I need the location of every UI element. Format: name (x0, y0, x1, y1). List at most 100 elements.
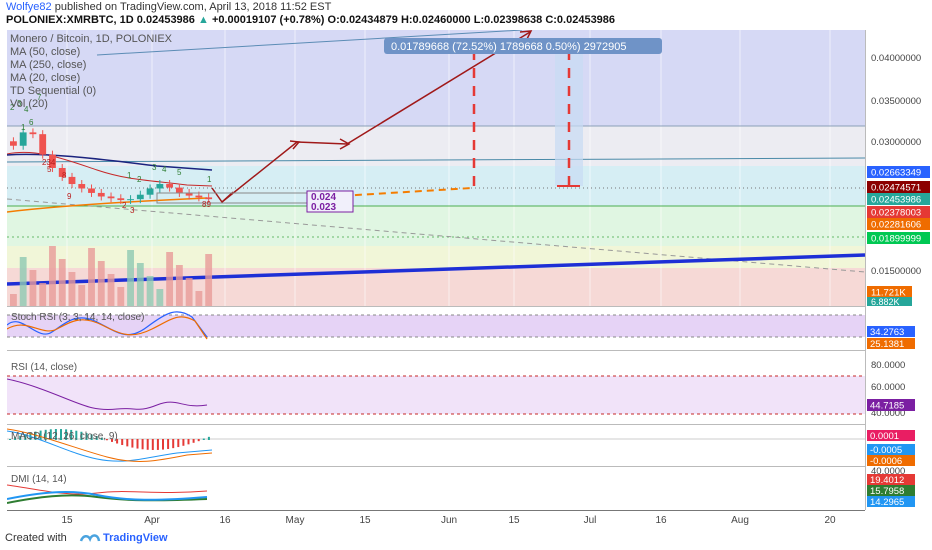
svg-text:2: 2 (137, 175, 142, 184)
macd-bar (187, 439, 190, 445)
volume-bar (175, 265, 183, 306)
close-value: C:0.02453986 (545, 14, 616, 26)
x-tick: 16 (655, 515, 667, 526)
last-price: 0.02453986 (136, 14, 195, 26)
macd-bar (202, 438, 205, 440)
macd-svg: MACD (12, 26, close, 9) (7, 428, 865, 462)
candle (19, 132, 27, 146)
macd-bar (177, 439, 180, 448)
stoch-axis: 34.2763 25.1381 (864, 306, 932, 350)
symbol-label: POLONIEX:XMRBTC, 1D (6, 14, 134, 26)
zone-cyan (7, 166, 865, 206)
legend-ma250[interactable]: MA (250, close) (10, 59, 172, 72)
macd-line-label: -0.0005 (870, 445, 902, 456)
macd-bar (197, 439, 200, 442)
label-level: 0.01899999 (871, 234, 921, 245)
volume-bar (107, 274, 115, 306)
stoch-svg: Stoch RSI (3, 3, 14, 14, close) (7, 311, 865, 340)
candle (136, 194, 144, 200)
candle (205, 197, 213, 200)
macd-bar (131, 439, 134, 448)
svg-text:3: 3 (152, 163, 157, 172)
change-arrow-icon: ▲ (197, 14, 209, 26)
candle (175, 187, 183, 193)
svg-text:8: 8 (62, 171, 67, 180)
volume-bar (195, 291, 203, 306)
volume-bar (58, 259, 66, 306)
x-tick: Jun (441, 515, 457, 526)
low-value: L:0.02398638 (473, 14, 543, 26)
macd-axis: 0.0001 -0.0005 -0.0006 (864, 424, 932, 467)
label-support: 0.02378003 (871, 208, 921, 219)
legend-ma50[interactable]: MA (50, close) (10, 46, 172, 59)
macd-bar (136, 439, 139, 449)
volume-bar (78, 285, 86, 306)
dmi-title: DMI (14, 14) (11, 474, 67, 485)
svg-text:6: 6 (29, 118, 34, 127)
time-axis-svg: 15 Apr 16 May 15 Jun 15 Jul 16 Aug 20 (61, 515, 836, 526)
volume-bar (166, 252, 174, 306)
candle (156, 184, 164, 189)
svg-text:1: 1 (127, 171, 132, 180)
high-value: H:0.02460000 (400, 14, 471, 26)
volume-bar (88, 248, 95, 306)
macd-bar (172, 439, 175, 449)
x-tick: 15 (508, 515, 520, 526)
label-last: 0.02453986 (871, 195, 921, 206)
macd-signal-label: -0.0006 (870, 456, 902, 466)
svg-text:1: 1 (21, 123, 26, 132)
x-tick: 15 (359, 515, 371, 526)
change-value: +0.00019107 (+0.78%) (211, 14, 325, 26)
price-axis-svg[interactable]: 0.04000000 0.03500000 0.03000000 0.01500… (864, 30, 932, 307)
macd-pane[interactable]: MACD (12, 26, close, 9) (7, 424, 865, 467)
candle (107, 196, 115, 199)
author-link[interactable]: Wolfye82 (6, 1, 52, 13)
dmi-pane[interactable]: DMI (14, 14) (7, 466, 865, 511)
macd-bar (182, 439, 185, 446)
open-value: O:0.02434879 (327, 14, 398, 26)
stoch-label-k: 34.2763 (870, 327, 904, 338)
candle (68, 176, 76, 185)
svg-text:2: 2 (122, 201, 127, 210)
tick-0040: 0.04000000 (871, 53, 921, 64)
dmi-svg: DMI (14, 14) (7, 474, 208, 504)
volume-bar (127, 250, 134, 306)
tick-0035: 0.03500000 (871, 96, 921, 107)
tradingview-logo-icon (79, 534, 101, 543)
x-tick: Apr (144, 515, 160, 526)
legend-vol[interactable]: Vol (20) (10, 98, 172, 111)
zone-green (7, 206, 865, 246)
legend-ma20[interactable]: MA (20, close) (10, 72, 172, 85)
volume-bar (136, 263, 144, 306)
pane-title: Monero / Bitcoin, 1D, POLONIEX (10, 33, 173, 45)
macd-bar (121, 439, 124, 446)
stoch-title: Stoch RSI (3, 3, 14, 14, close) (11, 312, 144, 323)
x-tick: 20 (824, 515, 836, 526)
volume-bar (39, 283, 47, 306)
macd-bar (192, 439, 195, 443)
price-axis[interactable]: 0.04000000 0.03500000 0.03000000 0.01500… (864, 30, 932, 307)
legend-td[interactable]: TD Sequential (0) (10, 85, 172, 98)
dmi-minus-label: 14.2965 (870, 497, 904, 508)
created-with-text: Created with (5, 532, 67, 544)
rsi-axis: 80.0000 60.0000 40.0000 44.7185 (864, 350, 932, 424)
target-label-2: 0.023 (311, 202, 336, 213)
dmi-axis: 40.0000 19.4012 15.7958 14.2965 (864, 466, 932, 510)
svg-text:5: 5 (177, 168, 182, 177)
candle (146, 188, 154, 195)
rsi-tick-80: 80.0000 (871, 360, 905, 371)
published-line: Wolfye82 published on TradingView.com, A… (6, 1, 331, 13)
macd-bar (156, 439, 159, 450)
stoch-rsi-pane[interactable]: Stoch RSI (3, 3, 14, 14, close) (7, 306, 865, 351)
main-price-pane[interactable]: 0.01789668 (72.52%) 1789668 0.50%) 29729… (7, 30, 865, 306)
time-axis[interactable]: 15 Apr 16 May 15 Jun 15 Jul 16 Aug 20 (7, 510, 865, 529)
volume-bar (117, 287, 125, 306)
candle (88, 188, 95, 193)
candle (166, 184, 174, 188)
tradingview-brand-link[interactable]: TradingView (103, 532, 168, 544)
published-text: published on TradingView.com, April 13, … (54, 1, 332, 13)
rsi-pane[interactable]: RSI (14, close) (7, 350, 865, 425)
volume-bar (29, 270, 37, 306)
label-ma50: 0.02663349 (871, 168, 921, 179)
label-ma250: 0.02281606 (871, 220, 921, 231)
